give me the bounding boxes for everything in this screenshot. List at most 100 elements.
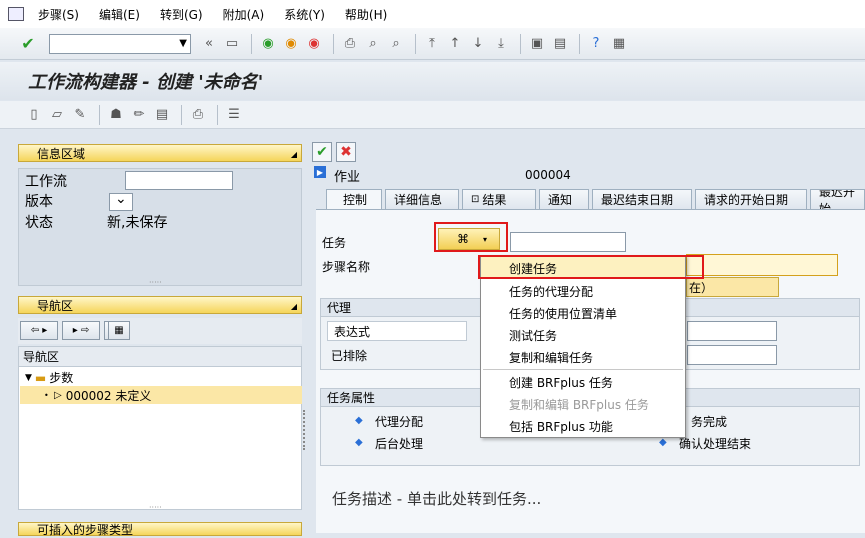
nav-back-button[interactable]: ⇦ ▸ xyxy=(20,321,58,340)
tab-result[interactable]: ⊡ 结果 xyxy=(462,189,536,209)
cancel-icon[interactable]: ◉ xyxy=(304,34,324,54)
nav-forward-button[interactable]: ▸ ⇨ xyxy=(62,321,100,340)
tab-latest-start-label: 最迟开始 xyxy=(819,189,856,209)
menu-goto[interactable]: 转到(G) xyxy=(160,6,203,23)
list-icon[interactable]: ☰ xyxy=(224,105,244,125)
tab-latest-end[interactable]: 最迟结束日期 xyxy=(592,189,692,209)
menu-item-agent-assignment[interactable]: 任务的代理分配 xyxy=(481,280,685,302)
step-type-icon: ▶ xyxy=(314,166,326,178)
menu-extras[interactable]: 附加(A) xyxy=(223,6,265,23)
application-toolbar: ▯ ▱ ✎ ☗ ✏ ▤ ⎙ ☰ xyxy=(0,101,865,129)
panel-resize-icon[interactable]: ◢ xyxy=(291,150,297,159)
check-icon[interactable]: ✎ xyxy=(70,105,90,125)
vertical-splitter[interactable] xyxy=(303,410,307,450)
grid-icon[interactable]: ▦ xyxy=(108,321,130,340)
menu-help[interactable]: 帮助(H) xyxy=(345,6,387,23)
find-next-icon[interactable]: ⌕ xyxy=(386,34,406,54)
status-value: 新,未保存 xyxy=(107,215,168,231)
task-field[interactable] xyxy=(510,232,626,252)
status-label: 状态 xyxy=(25,215,53,231)
insert-icon[interactable]: ▱ xyxy=(47,105,67,125)
tree-node-root[interactable]: ▼ ▬ 步数 xyxy=(25,369,73,386)
task-context-menu: 创建任务 任务的代理分配 任务的使用位置清单 测试任务 复制和编辑任务 创建 B… xyxy=(480,255,686,438)
menu-step[interactable]: 步骤(S) xyxy=(38,6,79,23)
find-icon[interactable]: ⌕ xyxy=(363,34,383,54)
insert-panel-header[interactable]: 可插入的步骤类型 xyxy=(18,522,302,537)
menu-bar: 步骤(S) 编辑(E) 转到(G) 附加(A) 系统(Y) 帮助(H) xyxy=(0,0,865,28)
exit-icon[interactable]: ◉ xyxy=(281,34,301,54)
behind-button[interactable]: 在） xyxy=(686,277,779,297)
menu-item-copy-edit-task[interactable]: 复制和编辑任务 xyxy=(481,346,685,368)
new-icon[interactable]: ▯ xyxy=(24,105,44,125)
prop-background: 后台处理 xyxy=(375,437,424,451)
tab-notification[interactable]: 通知 xyxy=(539,189,589,209)
task-label: 任务 xyxy=(322,236,347,250)
splitter-handle[interactable]: ····· xyxy=(149,278,162,287)
help-icon[interactable]: ? xyxy=(586,34,606,54)
expand-arrow-icon[interactable]: ▼ xyxy=(25,373,32,383)
info-panel-header[interactable]: 信息区域 ◢ xyxy=(18,144,302,162)
panel-resize-icon[interactable]: ◢ xyxy=(291,302,297,311)
system-menu-icon[interactable] xyxy=(8,7,24,21)
tab-notification-label: 通知 xyxy=(548,193,573,207)
folder-icon: ▬ xyxy=(34,370,47,385)
menu-item-include-brfplus[interactable]: 包括 BRFplus 功能 xyxy=(481,415,685,437)
bullet-icon: • xyxy=(44,390,49,400)
back-icon[interactable]: ◉ xyxy=(258,34,278,54)
step-name-field[interactable] xyxy=(686,254,838,276)
menu-separator xyxy=(483,369,683,370)
workflow-label: 工作流 xyxy=(25,174,67,190)
pencil-icon[interactable]: ✏ xyxy=(129,105,149,125)
tab-latest-start[interactable]: 最迟开始 xyxy=(810,189,865,209)
new-session-icon[interactable]: ▣ xyxy=(527,34,547,54)
chevron-down-icon: ⌄ xyxy=(115,191,127,207)
tab-requested-start[interactable]: 请求的开始日期 xyxy=(695,189,807,209)
next-page-icon[interactable]: ↓ xyxy=(468,34,488,54)
menu-item-create-brfplus[interactable]: 创建 BRFplus 任务 xyxy=(481,371,685,393)
customize-icon[interactable]: ▦ xyxy=(609,34,629,54)
print-icon[interactable]: ⎙ xyxy=(188,105,208,125)
excluded-field[interactable] xyxy=(687,345,777,365)
diamond-icon: ◆ xyxy=(355,415,363,426)
save-icon[interactable]: ▭ xyxy=(222,34,242,54)
task-description-link[interactable]: 任务描述 - 单击此处转到任务... xyxy=(332,488,541,509)
tab-latest-end-label: 最迟结束日期 xyxy=(601,193,674,207)
collapse-icon[interactable]: « xyxy=(199,34,219,54)
nav-panel-header[interactable]: 导航区 ◢ xyxy=(18,296,302,314)
prev-page-icon[interactable]: ↑ xyxy=(445,34,465,54)
last-page-icon[interactable]: ⤓ xyxy=(491,34,511,54)
expression-field[interactable] xyxy=(687,321,777,341)
toolbar-separator xyxy=(181,104,182,125)
excluded-label: 已排除 xyxy=(331,349,368,363)
menu-item-test-task[interactable]: 测试任务 xyxy=(481,324,685,346)
info-panel: 工作流 版本 ⌄ 状态 新,未保存 ····· xyxy=(18,168,302,287)
info-panel-title: 信息区域 xyxy=(37,146,86,161)
behind-button-label: 在） xyxy=(689,280,714,295)
tab-control[interactable]: 控制 xyxy=(326,189,382,209)
chevron-down-icon[interactable]: ▼ xyxy=(179,38,187,49)
menu-item-copy-edit-brfplus: 复制和编辑 BRFplus 任务 xyxy=(509,397,649,412)
document-icon[interactable]: ▤ xyxy=(152,105,172,125)
splitter-handle[interactable]: ····· xyxy=(149,503,162,512)
workflow-field[interactable] xyxy=(125,171,233,190)
step-name-label: 步骤名称 xyxy=(322,260,371,274)
tree-node-child[interactable]: • ▷ 000002 未定义 xyxy=(20,386,302,404)
tab-details[interactable]: 详细信息 xyxy=(385,189,459,209)
first-page-icon[interactable]: ⤒ xyxy=(422,34,442,54)
highlight-box-button xyxy=(434,222,508,252)
activate-icon[interactable]: ☗ xyxy=(106,105,126,125)
confirm-button[interactable]: ✔ xyxy=(312,142,332,162)
cancel-button[interactable]: ✖ xyxy=(336,142,356,162)
expression-label: 表达式 xyxy=(327,321,467,341)
command-field[interactable]: ▼ xyxy=(49,33,191,54)
version-dropdown[interactable]: ⌄ xyxy=(109,191,133,211)
enter-icon[interactable]: ✔ xyxy=(18,34,38,54)
shortcut-icon[interactable]: ▤ xyxy=(550,34,570,54)
tab-details-label: 详细信息 xyxy=(394,193,443,207)
toolbar-separator xyxy=(99,104,100,125)
menu-system[interactable]: 系统(Y) xyxy=(284,6,325,23)
print-icon[interactable]: ⎙ xyxy=(340,34,360,54)
menu-item-where-used[interactable]: 任务的使用位置清单 xyxy=(481,302,685,324)
menu-edit[interactable]: 编辑(E) xyxy=(99,6,140,23)
toolbar-separator xyxy=(217,104,218,125)
